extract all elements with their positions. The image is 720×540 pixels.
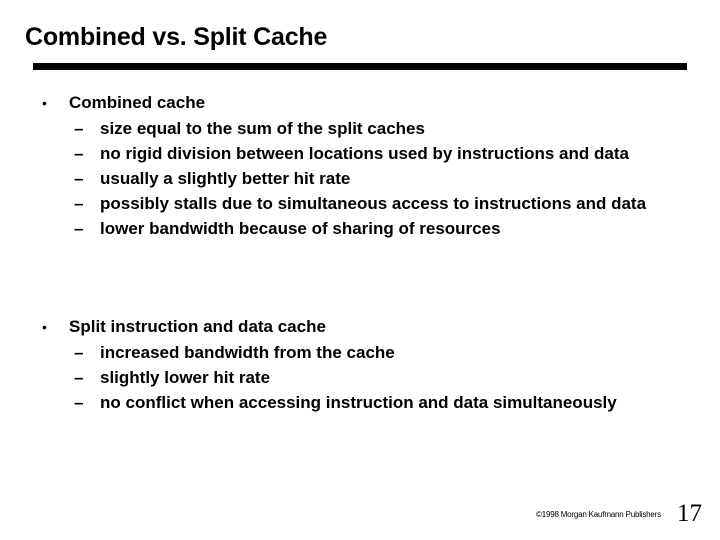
title-divider	[33, 63, 687, 70]
sub-bullet-text: no conflict when accessing instruction a…	[100, 393, 617, 412]
bullet-section-split-cache: • Split instruction and data cache – inc…	[0, 314, 720, 415]
bullet-section-combined-cache: • Combined cache – size equal to the sum…	[0, 90, 720, 241]
bullet-item: • Split instruction and data cache	[0, 314, 720, 340]
bullet-item: • Combined cache	[0, 90, 720, 116]
bullet-heading: Combined cache	[69, 93, 206, 112]
sub-bullet-text: increased bandwidth from the cache	[100, 343, 395, 362]
dash-icon: –	[74, 368, 84, 387]
sub-bullet-text: no rigid division between locations used…	[100, 144, 629, 163]
sub-bullet-item: – size equal to the sum of the split cac…	[0, 116, 660, 141]
bullet-dot-icon: •	[42, 95, 47, 111]
dash-icon: –	[74, 169, 84, 188]
bullet-heading: Split instruction and data cache	[69, 317, 326, 336]
slide-title: Combined vs. Split Cache	[25, 23, 328, 51]
sub-bullet-item: – no rigid division between locations us…	[0, 141, 660, 166]
dash-icon: –	[74, 194, 84, 213]
footer-copyright: ©1998 Morgan Kaufmann Publishers	[536, 510, 661, 519]
sub-bullet-item: – possibly stalls due to simultaneous ac…	[0, 191, 660, 216]
sub-bullet-item: – usually a slightly better hit rate	[0, 166, 660, 191]
dash-icon: –	[74, 343, 84, 362]
dash-icon: –	[74, 219, 84, 238]
sub-bullet-text: slightly lower hit rate	[100, 368, 271, 387]
sub-bullet-text: lower bandwidth because of sharing of re…	[100, 219, 501, 238]
sub-bullet-text: size equal to the sum of the split cache…	[100, 119, 425, 138]
sub-bullet-text: usually a slightly better hit rate	[100, 169, 351, 188]
sub-bullet-item: – slightly lower hit rate	[0, 365, 660, 390]
bullet-dot-icon: •	[42, 319, 47, 335]
sub-bullet-text: possibly stalls due to simultaneous acce…	[100, 194, 647, 213]
dash-icon: –	[74, 393, 84, 412]
dash-icon: –	[74, 144, 84, 163]
sub-bullet-item: – lower bandwidth because of sharing of …	[0, 216, 660, 241]
dash-icon: –	[74, 119, 84, 138]
sub-bullet-item: – no conflict when accessing instruction…	[0, 390, 660, 415]
page-number: 17	[677, 500, 702, 527]
sub-bullet-item: – increased bandwidth from the cache	[0, 340, 660, 365]
